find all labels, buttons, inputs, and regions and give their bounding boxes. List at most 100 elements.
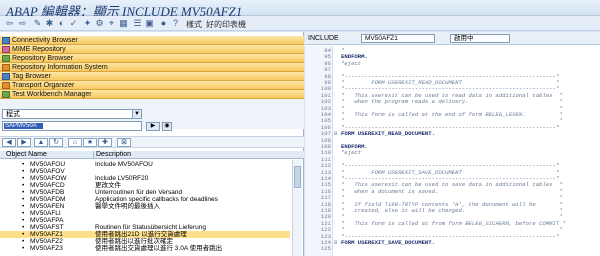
tree-row[interactable]: • MV50AFZ2 使用者跳出以進行批次確定 <box>0 238 290 245</box>
tree-row[interactable]: • MV50AFOU Include MV50AFOU <box>0 161 290 168</box>
display-object-button[interactable]: ▶ <box>146 122 160 131</box>
nav-button-tag-browser[interactable]: Tag Browser <box>0 72 304 81</box>
chevron-down-icon[interactable]: ▼ <box>132 110 141 118</box>
object-name-value: SAPMV50A <box>4 123 43 129</box>
info-system-icon <box>2 64 10 71</box>
up-level-icon[interactable]: ▲ <box>34 138 48 147</box>
tree-header: Object Name Description <box>0 151 304 159</box>
object-name: MV50AFOU <box>30 161 66 168</box>
where-used-icon[interactable]: ⌖ <box>106 18 117 29</box>
test-workbench-icon <box>2 91 10 98</box>
check-icon[interactable]: ✓ <box>68 18 79 29</box>
mime-icon <box>2 46 10 53</box>
tree-row[interactable]: • MV50AFDM Application specific callbacks … <box>0 196 290 203</box>
back-icon[interactable]: ◀ <box>2 138 16 147</box>
tree-icon[interactable]: ⌂ <box>68 138 82 147</box>
nav-button-test-workbench-manager[interactable]: Test Workbench Manager <box>0 90 304 99</box>
bullet-icon: • <box>22 210 25 217</box>
code-line[interactable]: 125 <box>305 245 600 252</box>
activate-icon[interactable]: ✦ <box>82 18 93 29</box>
object-description: 使用者跳出以進行批次確定 <box>95 238 173 245</box>
tree-row[interactable]: • MV50AFST Routinen für Statusübersicht Li… <box>0 224 290 231</box>
object-name: MV50AFEN <box>30 203 65 210</box>
transport-icon <box>2 82 10 89</box>
object-list-icon[interactable]: ☰ <box>132 18 143 29</box>
bullet-icon: • <box>22 189 25 196</box>
tree-row[interactable]: • MV50AFOV <box>0 168 290 175</box>
object-name: MV50AFDM <box>30 196 66 203</box>
close-panel-icon[interactable]: ⊠ <box>117 138 131 147</box>
nav-button-connectivity-browser[interactable]: Connectivity Browser <box>0 36 304 45</box>
object-name: MV50AFPA <box>30 217 64 224</box>
editor-header: INCLUDE MV50AFZ1 啟用中 <box>305 32 600 45</box>
object-name: MV50AFCD <box>30 182 65 189</box>
tree-row[interactable]: • MV50AFEN 醫學文件明的最後插入 <box>0 203 290 210</box>
breakpoint-icon[interactable]: ● <box>158 18 169 29</box>
bullet-icon: • <box>22 175 25 182</box>
pattern-button[interactable]: 樣式 <box>186 19 202 30</box>
include-name-field: MV50AFZ1 <box>361 34 435 43</box>
nav-button-mime-repository[interactable]: MIME Repository <box>0 45 304 54</box>
test-icon[interactable]: ⚙ <box>94 18 105 29</box>
favorites-icon[interactable]: ★ <box>83 138 97 147</box>
object-name: MV50AFZ1 <box>30 231 63 238</box>
object-description: Include MV50AFOU <box>95 161 153 168</box>
bullet-icon: • <box>22 196 25 203</box>
bullet-icon: • <box>22 224 25 231</box>
object-name: MV50AFLI <box>30 210 61 217</box>
nav-button-repository-info-system[interactable]: Repository Information System <box>0 63 304 72</box>
tree-row[interactable]: • MV50AFDB Unterroutinen für den Versand <box>0 189 290 196</box>
include-label: INCLUDE <box>308 35 339 42</box>
tree-row[interactable]: • MV50AFZ1 使用者跳出21D 以進行交貨處理 <box>0 231 290 238</box>
object-description: 使用者跳出交貨處理以進行 3.0A 使用者跳出 <box>95 245 223 252</box>
display-change-icon[interactable]: ✱ <box>44 18 55 29</box>
object-description: 醫學文件明的最後插入 <box>95 203 160 210</box>
object-description: 使用者跳出21D 以進行交貨處理 <box>95 231 187 238</box>
bullet-icon: • <box>22 182 25 189</box>
bullet-icon: • <box>22 238 25 245</box>
bullet-icon: • <box>22 161 25 168</box>
column-object-name[interactable]: Object Name <box>6 151 47 159</box>
title-bar: ABAP 編輯器：顯示 INCLUDE MV50AFZ1 <box>0 0 600 19</box>
nav-button-repository-browser[interactable]: Repository Browser <box>0 54 304 63</box>
column-description[interactable]: Description <box>93 151 131 159</box>
refresh-icon[interactable]: ↻ <box>49 138 63 147</box>
tree-toolbar: ◀ ▶ ▲ ↻ ⌂ ★ ✚ ⊠ <box>0 136 304 148</box>
object-description: Unterroutinen für den Versand <box>95 189 183 196</box>
bullet-icon: • <box>22 203 25 210</box>
object-name-input[interactable]: SAPMV50A <box>2 121 142 131</box>
glasses-icon[interactable]: ◉ <box>162 122 172 131</box>
tree-row[interactable]: • MV50AFOW Include LV50RF20 <box>0 175 290 182</box>
object-description: Include LV50RF20 <box>95 175 149 182</box>
tools-icon[interactable]: ✚ <box>98 138 112 147</box>
bullet-icon: • <box>22 217 25 224</box>
tree-row[interactable]: • MV50AFLI <box>0 210 290 217</box>
repository-icon <box>2 55 10 62</box>
bullet-icon: • <box>22 168 25 175</box>
object-type-select[interactable]: 程式 ▼ <box>2 109 142 119</box>
line-number: 125 <box>320 245 331 253</box>
tree-scrollbar[interactable] <box>292 160 302 256</box>
tree-row[interactable]: • MV50AFCD 更改文件 <box>0 182 290 189</box>
navigation-area: Connectivity Browser MIME Repository Rep… <box>0 32 304 256</box>
object-name: MV50AFOV <box>30 168 65 175</box>
other-object-icon[interactable]: ✎ <box>32 18 43 29</box>
pretty-printer-button[interactable]: 好的印表機 <box>206 19 246 30</box>
display-navigation-icon[interactable]: ▣ <box>144 18 155 29</box>
forward-icon[interactable]: ⇨ <box>17 18 28 29</box>
tree-row[interactable]: • MV50AFZ3 使用者跳出交貨處理以進行 3.0A 使用者跳出 <box>0 245 290 252</box>
nav-button-transport-organizer[interactable]: Transport Organizer <box>0 81 304 90</box>
help-icon[interactable]: ? <box>170 18 181 29</box>
forward-icon[interactable]: ▶ <box>17 138 31 147</box>
bullet-icon: • <box>22 231 25 238</box>
abap-editor: INCLUDE MV50AFZ1 啟用中 94 * 95 ENDFORM. 96 *eje… <box>305 32 600 256</box>
scrollbar-thumb[interactable] <box>294 166 301 188</box>
object-name: MV50AFZ2 <box>30 238 63 245</box>
back-icon[interactable]: ⇦ <box>4 18 15 29</box>
object-description: Routinen für Statusübersicht Lieferung <box>95 224 206 231</box>
object-description: Application specific callbacks for deadl… <box>95 196 218 203</box>
hierarchy-icon[interactable]: ▦ <box>118 18 129 29</box>
active-inactive-icon[interactable]: ◐ <box>56 18 67 29</box>
object-name: MV50AFZ3 <box>30 245 63 252</box>
tree-row[interactable]: • MV50AFPA <box>0 217 290 224</box>
